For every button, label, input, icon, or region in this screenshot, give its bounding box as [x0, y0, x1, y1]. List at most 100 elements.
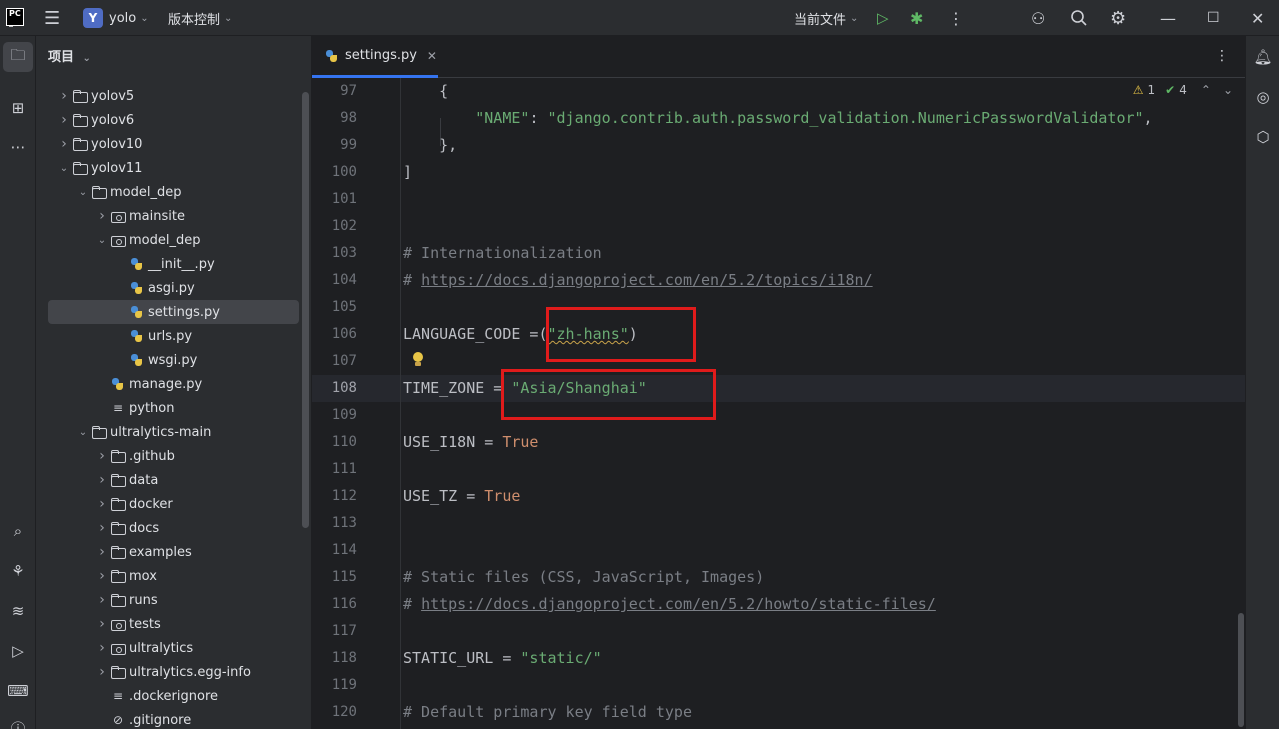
- chevron-right-icon[interactable]: ›: [94, 664, 110, 680]
- tree-item[interactable]: › examples: [48, 540, 299, 564]
- code-line-115[interactable]: # Static files (CSS, JavaScript, Images): [403, 564, 764, 591]
- tree-item[interactable]: › ultralytics: [48, 636, 299, 660]
- line-number[interactable]: 118: [312, 645, 357, 672]
- search-button[interactable]: [1070, 0, 1088, 36]
- editor-scrollbar[interactable]: [1238, 613, 1244, 727]
- maximize-button[interactable]: ☐: [1207, 0, 1220, 36]
- close-window-button[interactable]: ✕: [1251, 0, 1264, 36]
- tree-item[interactable]: ⌄ model_dep: [48, 180, 299, 204]
- project-switcher[interactable]: Y yolo ⌄: [83, 0, 149, 36]
- lightbulb-icon[interactable]: [412, 352, 424, 368]
- ai-assistant-button[interactable]: ◎: [1246, 84, 1279, 110]
- code-line-118[interactable]: STATIC_URL = "static/": [403, 645, 602, 672]
- tree-item[interactable]: › yolov6: [48, 108, 299, 132]
- chevron-down-icon[interactable]: ⌄: [1223, 83, 1233, 97]
- code-line-100[interactable]: ]: [403, 159, 412, 186]
- line-number[interactable]: 113: [312, 510, 357, 537]
- tree-item[interactable]: ⊘ .gitignore: [48, 708, 299, 729]
- code-line-120[interactable]: # Default primary key field type: [403, 699, 692, 726]
- minimize-button[interactable]: —: [1160, 0, 1176, 36]
- tree-item[interactable]: › ultralytics.egg-info: [48, 660, 299, 684]
- chevron-down-icon[interactable]: ⌄: [75, 187, 91, 198]
- tree-item[interactable]: › runs: [48, 588, 299, 612]
- close-tab-icon[interactable]: ✕: [427, 49, 437, 63]
- run-config-selector[interactable]: 当前文件 ⌄: [794, 0, 858, 36]
- line-number[interactable]: 108: [312, 375, 357, 402]
- chevron-right-icon[interactable]: ›: [94, 544, 110, 560]
- line-number[interactable]: 97: [312, 78, 357, 105]
- line-number[interactable]: 99: [312, 132, 357, 159]
- tree-item[interactable]: › mainsite: [48, 204, 299, 228]
- chevron-down-icon[interactable]: ⌄: [56, 163, 72, 174]
- tree-item[interactable]: asgi.py: [48, 276, 299, 300]
- tree-item[interactable]: manage.py: [48, 372, 299, 396]
- more-actions-button[interactable]: ⋮: [948, 0, 964, 36]
- project-tool-button[interactable]: 🗀: [3, 42, 33, 72]
- line-number[interactable]: 106: [312, 321, 357, 348]
- structure-tool-button[interactable]: ⊞: [0, 94, 36, 122]
- main-menu-button[interactable]: ☰: [44, 0, 60, 36]
- find-tool-button[interactable]: ⌕: [0, 517, 36, 545]
- vcs-menu[interactable]: 版本控制 ⌄: [168, 0, 232, 36]
- line-number[interactable]: 111: [312, 456, 357, 483]
- code-line-112[interactable]: USE_TZ = True: [403, 483, 520, 510]
- line-number[interactable]: 115: [312, 564, 357, 591]
- chevron-right-icon[interactable]: ›: [94, 208, 110, 224]
- chevron-right-icon[interactable]: ›: [94, 640, 110, 656]
- tree-item[interactable]: __init__.py: [48, 252, 299, 276]
- python-packages-button[interactable]: ≋: [0, 597, 36, 625]
- chevron-right-icon[interactable]: ›: [94, 448, 110, 464]
- line-number[interactable]: 110: [312, 429, 357, 456]
- line-number[interactable]: 103: [312, 240, 357, 267]
- chevron-right-icon[interactable]: ›: [94, 520, 110, 536]
- chevron-right-icon[interactable]: ›: [94, 616, 110, 632]
- code-line-104[interactable]: # https://docs.djangoproject.com/en/5.2/…: [403, 267, 873, 294]
- line-number[interactable]: 120: [312, 699, 357, 726]
- project-panel-header[interactable]: 项目 ⌄: [48, 46, 91, 65]
- problems-button[interactable]: ⓘ: [0, 714, 36, 729]
- chevron-right-icon[interactable]: ›: [94, 496, 110, 512]
- tree-item[interactable]: › tests: [48, 612, 299, 636]
- docs-link[interactable]: https://docs.djangoproject.com/en/5.2/ho…: [421, 595, 936, 613]
- line-number[interactable]: 119: [312, 672, 357, 699]
- inspection-widget[interactable]: ⚠ 1 ✔ 4 ⌃ ⌄: [1133, 83, 1233, 97]
- tree-item[interactable]: ≡ .dockerignore: [48, 684, 299, 708]
- tree-item[interactable]: ⌄ yolov11: [48, 156, 299, 180]
- add-user-button[interactable]: ⚇: [1031, 0, 1045, 36]
- tree-item[interactable]: › .github: [48, 444, 299, 468]
- tree-item[interactable]: › docs: [48, 516, 299, 540]
- tree-item[interactable]: › data: [48, 468, 299, 492]
- line-number[interactable]: 102: [312, 213, 357, 240]
- run-button[interactable]: ▷: [877, 0, 889, 36]
- more-vertical-icon[interactable]: ⋮: [1215, 48, 1229, 64]
- tree-item[interactable]: settings.py: [48, 300, 299, 324]
- services-button[interactable]: ▷: [0, 637, 36, 665]
- project-scrollbar[interactable]: [302, 92, 309, 528]
- tree-item[interactable]: ≡ python: [48, 396, 299, 420]
- code-line-103[interactable]: # Internationalization: [403, 240, 602, 267]
- chevron-right-icon[interactable]: ›: [94, 592, 110, 608]
- tree-item[interactable]: urls.py: [48, 324, 299, 348]
- tree-item[interactable]: › docker: [48, 492, 299, 516]
- code-line-116[interactable]: # https://docs.djangoproject.com/en/5.2/…: [403, 591, 936, 618]
- line-number[interactable]: 98: [312, 105, 357, 132]
- line-number[interactable]: 116: [312, 591, 357, 618]
- chevron-right-icon[interactable]: ›: [56, 112, 72, 128]
- chevron-up-icon[interactable]: ⌃: [1201, 83, 1211, 97]
- chevron-right-icon[interactable]: ›: [94, 568, 110, 584]
- tree-item[interactable]: ⌄ model_dep: [48, 228, 299, 252]
- code-line-97[interactable]: {: [403, 78, 448, 105]
- tree-item[interactable]: › yolov5: [48, 84, 299, 108]
- line-number[interactable]: 100: [312, 159, 357, 186]
- chevron-right-icon[interactable]: ›: [56, 136, 72, 152]
- code-line-98[interactable]: "NAME": "django.contrib.auth.password_va…: [403, 105, 1152, 132]
- plugin-tool-button[interactable]: ⬡: [1246, 124, 1279, 150]
- line-number[interactable]: 117: [312, 618, 357, 645]
- chevron-right-icon[interactable]: ›: [94, 472, 110, 488]
- tree-item[interactable]: › mox: [48, 564, 299, 588]
- line-number[interactable]: 109: [312, 402, 357, 429]
- line-number[interactable]: 107: [312, 348, 357, 375]
- line-number[interactable]: 104: [312, 267, 357, 294]
- notifications-button[interactable]: 🔔︎: [1246, 44, 1279, 70]
- more-tools-button[interactable]: ⋯: [0, 133, 36, 161]
